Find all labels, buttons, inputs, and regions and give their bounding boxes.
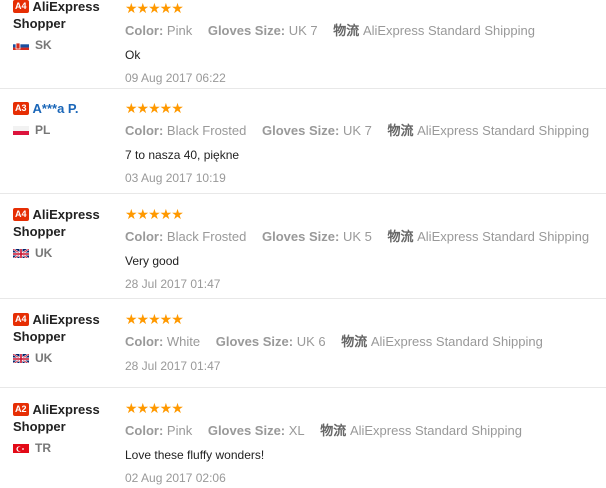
flag-tr-icon <box>13 443 29 453</box>
level-badge: A2 <box>13 403 29 416</box>
size-value: XL <box>288 423 305 438</box>
review-date: 28 Jul 2017 01:47 <box>125 359 221 373</box>
rating-stars: ★★★★★ <box>125 0 184 16</box>
reviewer-info: A2 AliExpress Shopper TR <box>13 401 123 455</box>
review-text: Very good <box>125 254 180 268</box>
review-date: 03 Aug 2017 10:19 <box>125 171 226 185</box>
shipping-value: AliExpress Standard Shipping <box>417 123 590 138</box>
country-code: SK <box>35 38 52 52</box>
review-text: Love these fluffy wonders! <box>125 448 265 462</box>
size-value: UK 7 <box>342 123 372 138</box>
order-attributes: Color: Black Frosted Gloves Size: UK 7 物… <box>125 123 590 138</box>
flag-sk-icon <box>13 40 29 50</box>
rating-stars: ★★★★★ <box>125 400 184 416</box>
color-value: Pink <box>166 23 193 38</box>
order-attributes: Color: Black Frosted Gloves Size: UK 5 物… <box>125 229 590 244</box>
country-code: PL <box>35 123 51 137</box>
flag-uk-icon <box>13 353 29 363</box>
review-date: 02 Aug 2017 02:06 <box>125 471 226 485</box>
color-value: Black Frosted <box>166 229 247 244</box>
size-value: UK 5 <box>342 229 372 244</box>
rating-stars: ★★★★★ <box>125 311 184 327</box>
size-value: UK 7 <box>288 23 318 38</box>
rating-stars: ★★★★★ <box>125 100 184 116</box>
order-attributes: Color: White Gloves Size: UK 6 物流 AliExp… <box>125 334 543 349</box>
country-code: UK <box>35 246 53 260</box>
color-value: Pink <box>166 423 193 438</box>
review-item: A2 AliExpress Shopper TR ★★★★★ Color: Pin… <box>0 388 606 488</box>
shipping-value: AliExpress Standard Shipping <box>417 229 590 244</box>
review-item: A4 AliExpress Shopper SK ★★★★★ Color: Pin… <box>0 0 606 89</box>
level-badge: A4 <box>13 313 29 326</box>
order-attributes: Color: Pink Gloves Size: UK 7 物流 AliExpr… <box>125 23 535 38</box>
country-code: TR <box>35 441 51 455</box>
rating-stars: ★★★★★ <box>125 206 184 222</box>
reviewer-info: A4 AliExpress Shopper UK <box>13 311 123 365</box>
review-item: A4 AliExpress Shopper UK ★★★★★ Color: Bla… <box>0 194 606 299</box>
level-badge: A3 <box>13 102 29 115</box>
level-badge: A4 <box>13 208 29 221</box>
review-date: 09 Aug 2017 06:22 <box>125 71 226 85</box>
color-value: White <box>166 334 201 349</box>
color-value: Black Frosted <box>166 123 247 138</box>
reviewer-info: A3 A***a P. PL <box>13 100 123 137</box>
shipping-value: AliExpress Standard Shipping <box>370 334 543 349</box>
order-attributes: Color: Pink Gloves Size: XL 物流 AliExpres… <box>125 423 522 438</box>
shipping-value: AliExpress Standard Shipping <box>349 423 522 438</box>
level-badge: A4 <box>13 0 29 13</box>
country-code: UK <box>35 351 53 365</box>
review-item: A4 AliExpress Shopper UK ★★★★★ Color: Whi… <box>0 299 606 388</box>
size-value: UK 6 <box>296 334 326 349</box>
review-text: Ok <box>125 48 141 62</box>
flag-uk-icon <box>13 248 29 258</box>
review-item: A3 A***a P. PL ★★★★★ Color: Black Frosted… <box>0 89 606 194</box>
reviewer-info: A4 AliExpress Shopper SK <box>13 0 123 52</box>
review-date: 28 Jul 2017 01:47 <box>125 277 221 291</box>
shipping-value: AliExpress Standard Shipping <box>362 23 535 38</box>
reviewer-name[interactable]: A***a P. <box>33 101 79 116</box>
reviewer-info: A4 AliExpress Shopper UK <box>13 206 123 260</box>
review-text: 7 to nasza 40, piękne <box>125 148 240 162</box>
flag-pl-icon <box>13 125 29 135</box>
